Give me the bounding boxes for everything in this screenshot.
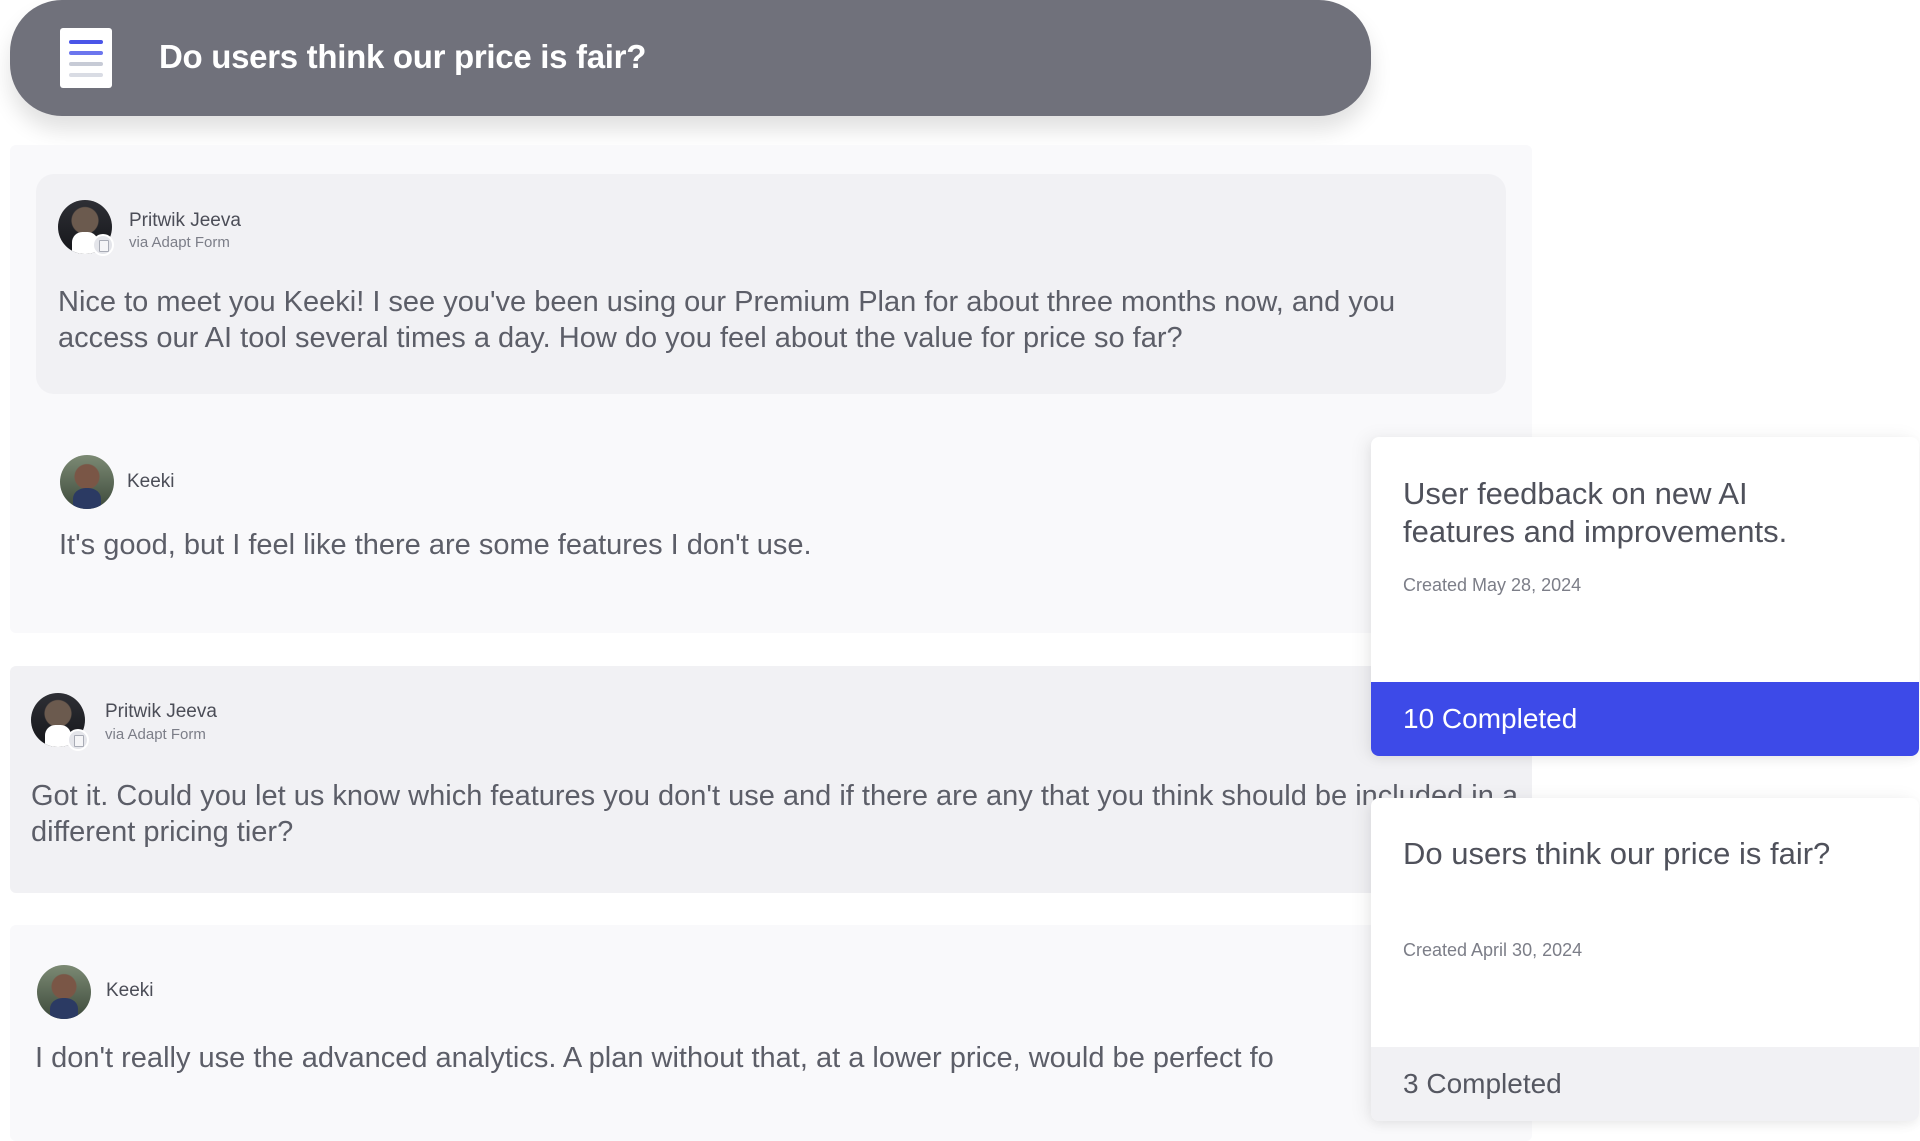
- survey-header: Do users think our price is fair?: [10, 0, 1371, 116]
- message-card: Pritwik Jeeva via Adapt Form Got it. Cou…: [10, 666, 1532, 893]
- document-icon: [60, 28, 112, 88]
- survey-card-date: Created May 28, 2024: [1403, 575, 1582, 595]
- avatar: [60, 455, 114, 509]
- survey-card-title: Do users think our price is fair?: [1403, 836, 1831, 871]
- avatar: [37, 965, 91, 1019]
- survey-card-title: User feedback on new AI features and imp…: [1403, 476, 1788, 549]
- survey-card[interactable]: User feedback on new AI features and imp…: [1371, 437, 1919, 756]
- message-author: Keeki: [106, 980, 154, 1001]
- message-text: Got it. Could you let us know which feat…: [31, 780, 1519, 848]
- survey-card[interactable]: Do users think our price is fair? Create…: [1371, 798, 1919, 1121]
- message-card: Pritwik Jeeva via Adapt Form Nice to mee…: [36, 174, 1506, 394]
- message-author: Keeki: [127, 471, 175, 492]
- conversation-group: Pritwik Jeeva via Adapt Form Nice to mee…: [10, 145, 1532, 633]
- message-text: It's good, but I feel like there are som…: [59, 529, 812, 561]
- message-author: Pritwik Jeeva: [129, 210, 241, 231]
- form-badge-icon: [92, 234, 114, 256]
- survey-title: Do users think our price is fair?: [159, 38, 647, 75]
- form-badge-icon: [67, 729, 89, 751]
- completed-count: 10 Completed: [1371, 682, 1919, 756]
- message-source: via Adapt Form: [129, 234, 230, 251]
- message-author: Pritwik Jeeva: [105, 701, 217, 722]
- message-card: Keeki I don't really use the advanced an…: [10, 925, 1532, 1141]
- message-text: Nice to meet you Keeki! I see you've bee…: [58, 286, 1396, 354]
- message-text: I don't really use the advanced analytic…: [35, 1042, 1274, 1074]
- completed-count: 3 Completed: [1371, 1047, 1919, 1121]
- message-source: via Adapt Form: [105, 726, 206, 743]
- survey-card-date: Created April 30, 2024: [1403, 940, 1583, 960]
